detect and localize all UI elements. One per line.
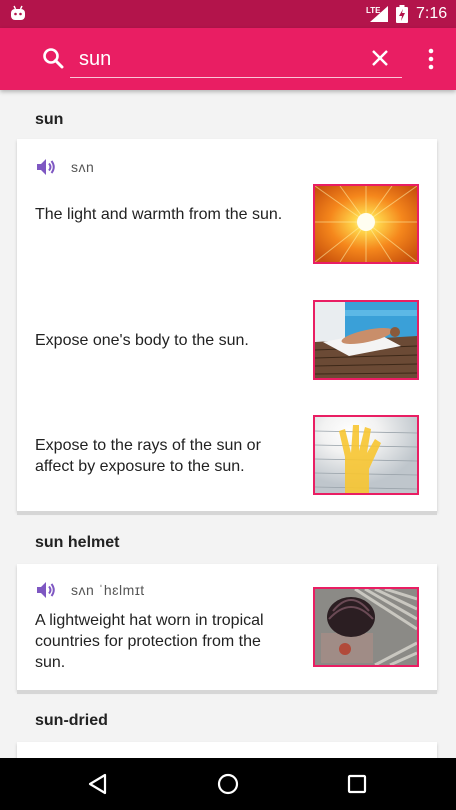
entry-headword[interactable]: sun helmet xyxy=(17,521,437,565)
definition-text: Expose to the rays of the sun or affect … xyxy=(35,437,261,475)
entry-card-sun-dried[interactable] xyxy=(17,742,437,758)
battery-charging-icon xyxy=(396,5,408,23)
home-icon[interactable] xyxy=(216,772,240,796)
android-notification-icon xyxy=(11,5,25,20)
navigation-bar xyxy=(0,758,456,810)
more-options-icon[interactable] xyxy=(421,47,441,71)
results-list[interactable]: sun sʌn The light and warmth from the su… xyxy=(0,90,456,758)
sunbather-photo[interactable] xyxy=(313,300,419,380)
pronunciation-text: sʌn xyxy=(71,159,95,175)
speaker-icon[interactable] xyxy=(35,156,57,178)
network-label: LTE xyxy=(366,6,381,15)
entry-headword[interactable]: sun-dried xyxy=(17,699,437,743)
definition-text: A lightweight hat worn in tropical count… xyxy=(35,612,264,671)
status-bar: LTE 7:16 xyxy=(0,0,456,28)
hand-sunlight-photo[interactable] xyxy=(313,415,419,495)
status-time: 7:16 xyxy=(416,5,448,22)
entry-card-sun[interactable]: sʌn The light and warmth from the sun. E… xyxy=(17,139,437,511)
card-divider xyxy=(17,690,437,694)
lte-signal-icon: LTE xyxy=(366,6,388,22)
entry-headword[interactable]: sun xyxy=(17,98,437,142)
speaker-icon[interactable] xyxy=(35,579,57,601)
entry-card-sun-helmet[interactable]: sʌn ˈhɛlmɪt A lightweight hat worn in tr… xyxy=(17,564,437,690)
search-icon[interactable] xyxy=(42,47,64,69)
back-icon[interactable] xyxy=(86,772,110,796)
definition-text: The light and warmth from the sun. xyxy=(35,206,283,223)
search-input[interactable] xyxy=(70,42,402,78)
card-divider xyxy=(17,511,437,515)
sunburst-photo[interactable] xyxy=(313,184,419,264)
helmet-photo[interactable] xyxy=(313,587,419,667)
recents-icon[interactable] xyxy=(345,772,369,796)
close-icon[interactable] xyxy=(369,47,391,69)
definition-text: Expose one's body to the sun. xyxy=(35,332,249,349)
pronunciation-text: sʌn ˈhɛlmɪt xyxy=(71,582,145,598)
search-toolbar xyxy=(0,28,456,90)
